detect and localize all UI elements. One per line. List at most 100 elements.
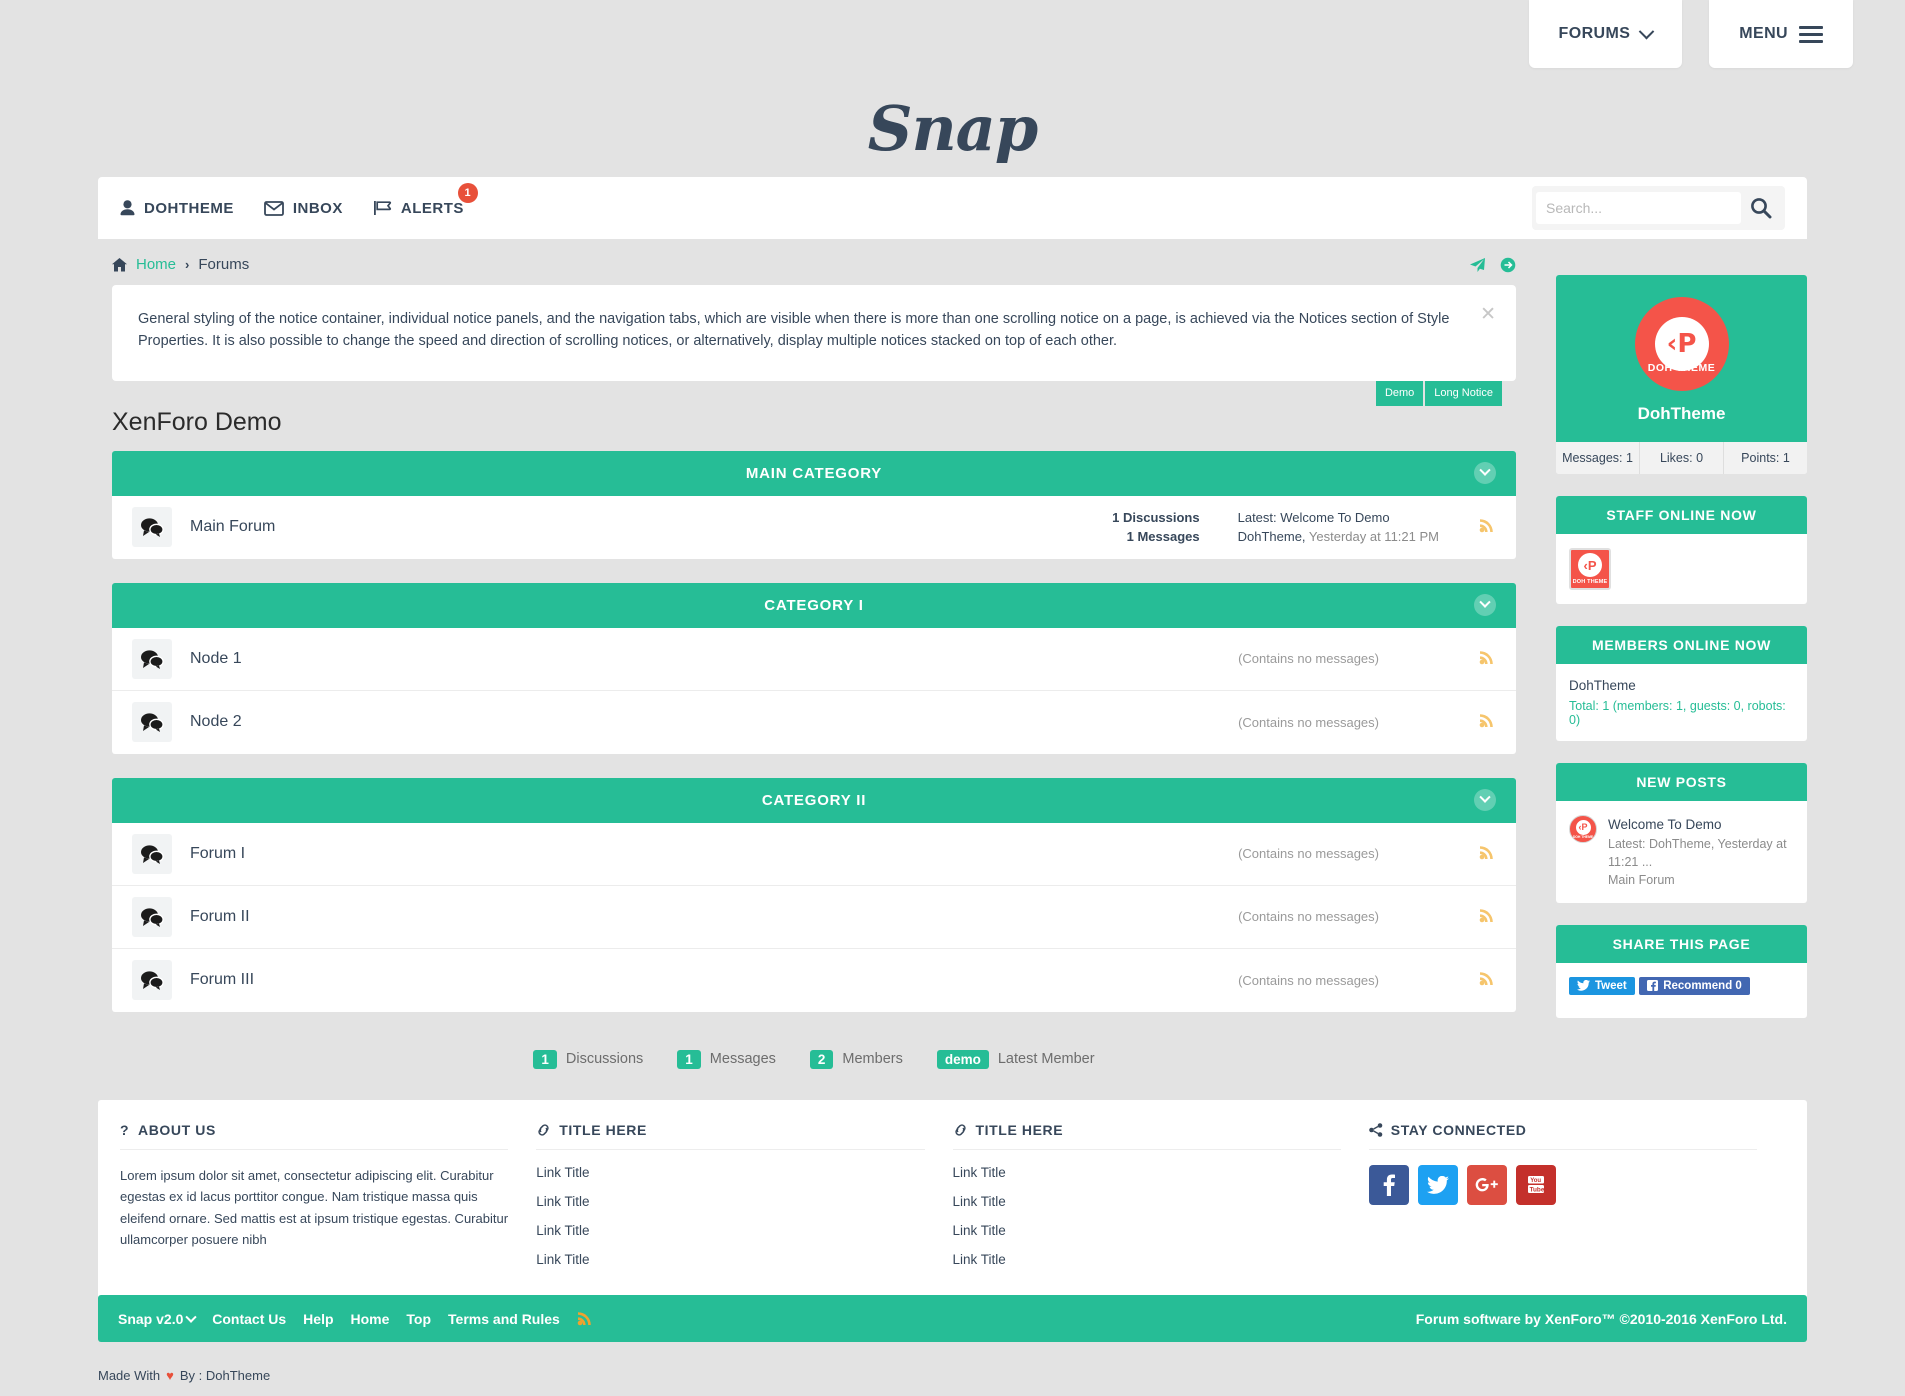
category-header-1[interactable]: CATEGORY I (112, 582, 1516, 628)
chevron-down-icon[interactable] (1474, 789, 1496, 812)
rss-icon[interactable] (1479, 969, 1496, 991)
forum-row[interactable]: Forum I (Contains no messages) (112, 823, 1516, 886)
members-online-title: MEMBERS ONLINE NOW (1556, 626, 1807, 664)
rss-icon[interactable] (1479, 648, 1496, 670)
visitor-name[interactable]: DohTheme (1556, 404, 1807, 424)
forum-last-user[interactable]: DohTheme, (1238, 529, 1306, 544)
footer-link[interactable]: Link Title (536, 1165, 924, 1180)
facebook-icon[interactable] (1368, 1165, 1409, 1205)
rss-icon[interactable] (1479, 711, 1496, 733)
forum-row[interactable]: Main Forum 1 Discussions 1 Messages Late… (112, 496, 1516, 559)
footer-link[interactable]: Link Title (953, 1165, 1341, 1180)
footer-link[interactable]: Link Title (953, 1194, 1341, 1209)
forum-row[interactable]: Node 1 (Contains no messages) (112, 628, 1516, 691)
breadcrumb-home[interactable]: Home (136, 256, 176, 273)
forum-stats: 1 Discussions 1 Messages (1112, 508, 1199, 547)
rss-icon[interactable] (577, 1309, 594, 1329)
category-header-main[interactable]: MAIN CATEGORY (112, 450, 1516, 496)
svg-text:Tube: Tube (1529, 1187, 1544, 1194)
footer-link-help[interactable]: Help (303, 1311, 333, 1327)
member-name[interactable]: DohTheme (1569, 678, 1794, 693)
forum-name[interactable]: Node 1 (190, 650, 242, 668)
tweet-button[interactable]: Tweet (1569, 976, 1635, 995)
forum-name[interactable]: Node 2 (190, 713, 242, 731)
forum-row[interactable]: Node 2 (Contains no messages) (112, 691, 1516, 754)
avatar[interactable]: ‹P DOH THEME (1569, 548, 1611, 590)
breadcrumb: Home › Forums (98, 239, 1530, 285)
close-icon[interactable]: ✕ (1480, 305, 1496, 324)
recommend-button[interactable]: Recommend 0 (1639, 976, 1750, 995)
avatar[interactable]: ‹P DOH THEME (1634, 297, 1729, 391)
share-icon (1368, 1123, 1383, 1137)
forum-row[interactable]: Forum II (Contains no messages) (112, 886, 1516, 949)
footer-link[interactable]: Link Title (536, 1194, 924, 1209)
nav-item-dohtheme[interactable]: DOHTHEME (120, 200, 234, 217)
tab-menu-label: MENU (1739, 25, 1788, 42)
forum-name[interactable]: Forum II (190, 908, 250, 926)
chevron-down-icon[interactable] (1474, 594, 1496, 617)
footer-link-top[interactable]: Top (406, 1311, 431, 1327)
forum-messages: 1 Messages (1126, 529, 1200, 545)
new-post-forum[interactable]: Main Forum (1608, 871, 1794, 889)
twitter-icon[interactable] (1417, 1165, 1458, 1205)
forum-name[interactable]: Forum I (190, 845, 245, 863)
made-with-suffix: By : DohTheme (179, 1368, 271, 1383)
avatar[interactable]: ‹P DOH THEME (1569, 815, 1597, 843)
notice-tab-demo[interactable]: Demo (1375, 381, 1424, 407)
list-item[interactable]: ‹P DOH THEME Welcome To Demo Latest: Doh… (1569, 815, 1794, 889)
youtube-icon[interactable]: You Tube (1515, 1165, 1556, 1205)
nav-item-alerts[interactable]: ALERTS 1 (373, 182, 478, 217)
search-icon (1751, 198, 1772, 219)
footer-link[interactable]: Link Title (953, 1223, 1341, 1238)
footer-link[interactable]: Link Title (536, 1252, 924, 1267)
user-icon (120, 200, 135, 216)
notice-tab-long-notice[interactable]: Long Notice (1425, 381, 1502, 407)
search-button[interactable] (1741, 190, 1781, 226)
members-online-body: DohTheme Total: 1 (members: 1, guests: 0… (1556, 664, 1807, 741)
notice-tabs: Demo Long Notice (1375, 381, 1502, 407)
forum-empty-text: (Contains no messages) (1238, 909, 1379, 925)
footer-col-about-header: ? ABOUT US (120, 1122, 509, 1150)
visitor-header: ‹P DOH THEME DohTheme (1556, 275, 1807, 442)
forum-comment-icon (132, 960, 172, 1001)
visitor-stats: Messages: 1 Likes: 0 Points: 1 (1556, 442, 1807, 474)
google-plus-icon[interactable] (1466, 1165, 1507, 1205)
stat-value[interactable]: demo (936, 1049, 989, 1069)
rss-icon[interactable] (1479, 516, 1496, 538)
footer-link-contact-us[interactable]: Contact Us (212, 1311, 286, 1327)
search-input[interactable] (1536, 192, 1741, 224)
staff-online-body: ‹P DOH THEME (1556, 534, 1807, 604)
forum-comment-icon (132, 896, 172, 937)
tab-forums[interactable]: FORUMS (1528, 0, 1683, 68)
footer-col-title: TITLE HERE (975, 1122, 1064, 1138)
tab-menu[interactable]: MENU (1709, 0, 1853, 68)
chevron-down-icon[interactable] (1474, 462, 1496, 485)
footer-link[interactable]: Link Title (953, 1252, 1341, 1267)
nav-item-inbox[interactable]: INBOX (263, 199, 343, 217)
footer-link-terms[interactable]: Terms and Rules (448, 1311, 560, 1327)
forum-last-title[interactable]: Latest: Welcome To Demo (1238, 508, 1439, 528)
forum-empty-text: (Contains no messages) (1238, 651, 1379, 667)
stat-label: Latest Member (997, 1051, 1095, 1068)
navbar-items: DOHTHEME INBOX ALERTS 1 (120, 182, 478, 217)
site-logo[interactable]: Snap (0, 92, 1905, 165)
footer-link[interactable]: Link Title (536, 1223, 924, 1238)
forum-comment-icon (132, 638, 172, 679)
nav-item-inbox-label: INBOX (292, 199, 343, 217)
footer-style-chooser[interactable]: Snap v2.0 (118, 1311, 197, 1327)
footer-columns: ? ABOUT US Lorem ipsum dolor sit amet, c… (98, 1100, 1807, 1309)
main-content: Home › Forums General styling of the not… (98, 239, 1530, 1069)
arrow-right-circle-icon (1500, 257, 1516, 272)
rss-icon[interactable] (1479, 843, 1496, 865)
footer-link-home[interactable]: Home (351, 1311, 390, 1327)
rss-icon[interactable] (1479, 906, 1496, 928)
category-header-2[interactable]: CATEGORY II (112, 777, 1516, 823)
new-post-title[interactable]: Welcome To Demo (1608, 815, 1794, 835)
search-box (1532, 186, 1785, 230)
home-icon (112, 257, 127, 271)
heart-icon: ♥ (166, 1368, 174, 1383)
forum-name[interactable]: Main Forum (190, 518, 275, 536)
forum-row[interactable]: Forum III (Contains no messages) (112, 949, 1516, 1012)
forum-name[interactable]: Forum III (190, 971, 254, 989)
category-title: CATEGORY II (761, 791, 867, 809)
